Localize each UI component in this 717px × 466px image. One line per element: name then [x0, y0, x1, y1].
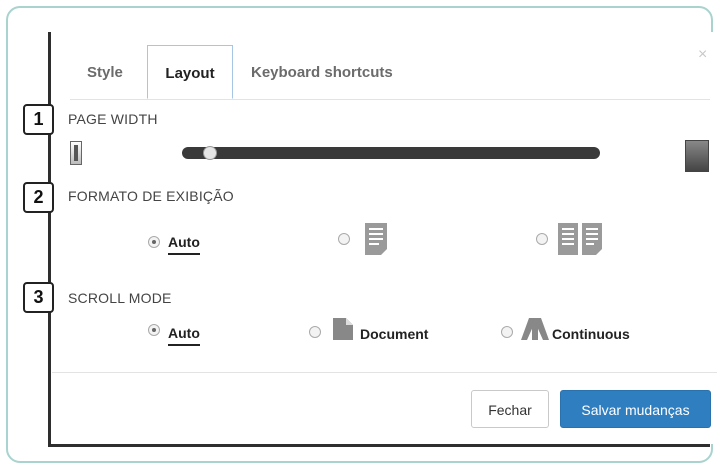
section-badge-2: 2 [23, 182, 54, 213]
page-width-label: PAGE WIDTH [68, 111, 158, 127]
continuous-icon [521, 318, 549, 340]
background-edge [48, 32, 51, 446]
tab-layout[interactable]: Layout [147, 45, 233, 99]
scroll-continuous-label[interactable]: Continuous [552, 326, 630, 342]
display-auto-label[interactable]: Auto [168, 234, 200, 255]
scroll-auto-text: Auto [168, 325, 200, 346]
tab-style[interactable]: Style [87, 45, 123, 99]
document-icon [333, 318, 353, 340]
display-double-radio[interactable] [536, 233, 548, 245]
scroll-continuous-radio[interactable] [501, 326, 513, 338]
scroll-document-radio[interactable] [309, 326, 321, 338]
display-auto-radio[interactable] [148, 236, 160, 248]
display-auto-text: Auto [168, 234, 200, 255]
page-width-slider[interactable] [182, 147, 600, 159]
tab-bar: Style Layout Keyboard shortcuts [70, 45, 710, 100]
scroll-document-label[interactable]: Document [360, 326, 428, 342]
display-format-label: FORMATO DE EXIBIÇÃO [68, 188, 234, 204]
scroll-auto-label[interactable]: Auto [168, 325, 200, 346]
two-page-icon[interactable] [558, 223, 602, 255]
section-badge-3: 3 [23, 282, 54, 313]
close-button[interactable]: Fechar [471, 390, 549, 428]
tab-keyboard-shortcuts[interactable]: Keyboard shortcuts [251, 45, 393, 99]
single-page-icon[interactable] [365, 223, 387, 255]
page-width-slider-thumb[interactable] [202, 146, 217, 160]
save-changes-button[interactable]: Salvar mudanças [560, 390, 711, 428]
display-single-radio[interactable] [338, 233, 350, 245]
section-badge-1: 1 [23, 104, 54, 135]
footer-divider [52, 372, 717, 373]
background-edge-bottom [48, 444, 710, 447]
narrow-width-icon [70, 141, 82, 165]
scroll-auto-radio[interactable] [148, 324, 160, 336]
wide-width-icon [685, 140, 709, 172]
scroll-mode-label: SCROLL MODE [68, 290, 172, 306]
